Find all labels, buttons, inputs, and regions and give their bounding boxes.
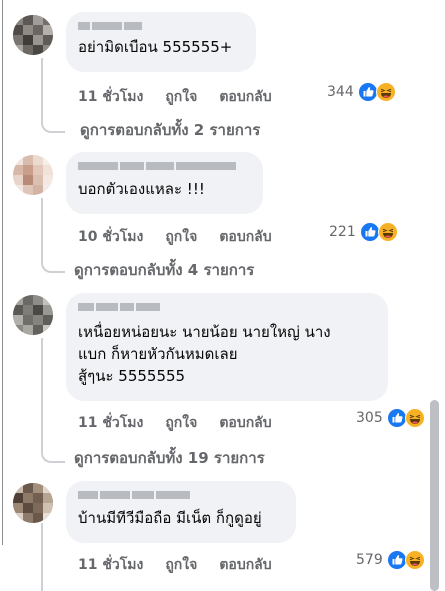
reaction-summary[interactable]: 305 <box>356 408 425 428</box>
reaction-count: 579 <box>356 552 383 568</box>
like-reaction-icon <box>359 222 380 242</box>
reaction-count: 305 <box>356 410 383 426</box>
comment-actions: 10 ชั่วโมง ถูกใจ ตอบกลับ <box>78 226 272 248</box>
haha-reaction-icon <box>404 550 425 570</box>
like-reaction-icon <box>386 550 407 570</box>
comment-bubble: เหนื่อยหน่อยนะ นายน้อย นายใหญ่ นาง แบก ก… <box>66 293 388 401</box>
reaction-count: 221 <box>329 224 356 240</box>
comment-text: อย่ามิดเบือน 555555+ <box>78 38 233 56</box>
page-left-border <box>2 0 3 545</box>
like-button[interactable]: ถูกใจ <box>165 554 197 576</box>
haha-reaction-icon <box>375 82 396 102</box>
thread-line <box>41 338 43 450</box>
reply-button[interactable]: ตอบกลับ <box>219 412 271 434</box>
avatar[interactable] <box>13 295 53 335</box>
reply-button[interactable]: ตอบกลับ <box>219 554 271 576</box>
timestamp-link[interactable]: 10 ชั่วโมง <box>78 226 143 248</box>
timestamp-link[interactable]: 11 ชั่วโมง <box>78 86 143 108</box>
view-replies-link[interactable]: ดูการตอบกลับทั้ง 4 รายการ <box>74 258 254 282</box>
comment-bubble: บ้านมีทีวีมือถือ มีเน็ต ก็กูดูอยู่ <box>66 481 296 543</box>
view-replies-link[interactable]: ดูการตอบกลับทั้ง 2 รายการ <box>74 118 260 142</box>
replies-connector <box>41 259 65 273</box>
reply-button[interactable]: ตอบกลับ <box>219 86 271 108</box>
comment-bubble: บอกตัวเองแหละ !!! <box>66 152 263 214</box>
commenter-name-blurred[interactable] <box>78 22 244 32</box>
comment-actions: 11 ชั่วโมง ถูกใจ ตอบกลับ <box>78 412 272 434</box>
like-button[interactable]: ถูกใจ <box>165 226 197 248</box>
timestamp-link[interactable]: 11 ชั่วโมง <box>78 412 143 434</box>
commenter-name-blurred[interactable] <box>78 303 376 313</box>
comment-actions: 11 ชั่วโมง ถูกใจ ตอบกลับ <box>78 86 272 108</box>
reaction-summary[interactable]: 344 <box>327 82 396 102</box>
thread-line <box>41 523 43 591</box>
avatar[interactable] <box>13 483 53 523</box>
comment-text: เหนื่อยหน่อยนะ นายน้อย นายใหญ่ นาง แบก ก… <box>78 323 331 385</box>
like-reaction-icon <box>357 82 378 102</box>
thread-line <box>41 58 43 120</box>
scrollbar-thumb[interactable] <box>430 400 439 591</box>
comment-text: บอกตัวเองแหละ !!! <box>78 180 205 198</box>
like-button[interactable]: ถูกใจ <box>165 86 197 108</box>
replies-connector <box>41 119 65 133</box>
avatar[interactable] <box>13 155 53 195</box>
like-reaction-icon <box>386 408 407 428</box>
reaction-count: 344 <box>327 84 354 100</box>
timestamp-link[interactable]: 11 ชั่วโมง <box>78 554 143 576</box>
comment-actions: 11 ชั่วโมง ถูกใจ ตอบกลับ <box>78 554 272 576</box>
reaction-summary[interactable]: 221 <box>329 222 398 242</box>
replies-connector <box>41 449 65 463</box>
haha-reaction-icon <box>377 222 398 242</box>
reaction-summary[interactable]: 579 <box>356 550 425 570</box>
view-replies-label: ดูการตอบกลับทั้ง 19 รายการ <box>74 449 265 467</box>
view-replies-label: ดูการตอบกลับทั้ง 2 รายการ <box>80 121 261 139</box>
view-replies-link[interactable]: ดูการตอบกลับทั้ง 19 รายการ <box>74 446 265 470</box>
commenter-name-blurred[interactable] <box>78 162 251 172</box>
thread-line <box>41 198 43 260</box>
like-button[interactable]: ถูกใจ <box>165 412 197 434</box>
avatar[interactable] <box>13 15 53 55</box>
comment-text: บ้านมีทีวีมือถือ มีเน็ต ก็กูดูอยู่ <box>78 509 262 527</box>
commenter-name-blurred[interactable] <box>78 491 284 501</box>
comment-bubble: อย่ามิดเบือน 555555+ <box>66 12 256 72</box>
haha-reaction-icon <box>404 408 425 428</box>
view-replies-label: ดูการตอบกลับทั้ง 4 รายการ <box>74 261 255 279</box>
reply-button[interactable]: ตอบกลับ <box>219 226 271 248</box>
